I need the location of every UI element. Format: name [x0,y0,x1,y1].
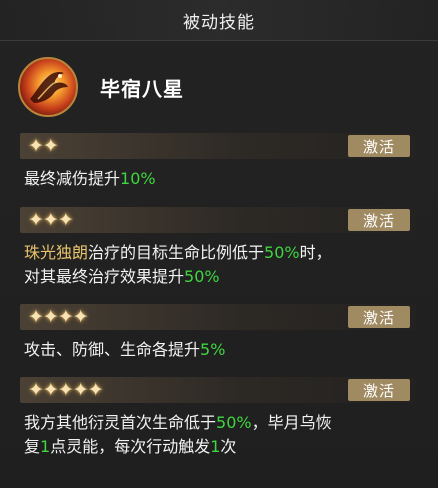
value-highlight: 50% [184,267,220,286]
star-icon: ✦ [72,378,89,401]
star-icon: ✦ [57,305,74,328]
activated-badge: 激活 [348,306,410,328]
description-text: 时， [299,243,332,262]
panel-title: 被动技能 [0,0,438,41]
tier-description: 最终减伤提升10% [20,167,416,191]
description-text: 复 [24,437,41,456]
keyword-highlight: 珠光独朗 [24,243,89,262]
star-tier-bar: ✦ ✦ 激活 [20,133,416,159]
star-tier-bar: ✦ ✦ ✦ 激活 [20,207,416,233]
description-text: 最终减伤提升 [24,169,121,188]
activated-badge: 激活 [348,135,410,157]
star-icon: ✦ [28,134,44,157]
value-highlight: 5% [200,340,226,359]
star-icon: ✦ [42,378,59,401]
star-rating: ✦ ✦ ✦ [28,208,74,231]
activated-badge: 激活 [348,209,410,231]
value-highlight: 10% [120,169,156,188]
star-tier-2: ✦ ✦ ✦ 激活 珠光独朗治疗的目标生命比例低于50%时， 对其最终治疗效果提升50% [20,207,416,289]
star-rating: ✦ ✦ ✦ ✦ ✦ [28,378,104,401]
star-tier-4: ✦ ✦ ✦ ✦ ✦ 激活 我方其他衍灵首次生命低于50%，毕月乌恢 复1点灵能，每次行动触发1… [20,377,416,459]
star-rating: ✦ ✦ [28,134,59,157]
value-highlight: 50% [216,413,252,432]
star-tier-1: ✦ ✦ 激活最终减伤提升10% [20,133,416,191]
star-icon: ✦ [57,378,74,401]
star-icon: ✦ [28,208,44,231]
star-rating: ✦ ✦ ✦ ✦ [28,305,89,328]
skill-name: 毕宿八星 [100,76,184,101]
star-icon: ✦ [28,378,44,401]
star-icon: ✦ [42,305,59,328]
description-text: ，毕月乌恢 [251,413,332,432]
star-icon: ✦ [87,378,104,401]
star-icon: ✦ [42,208,59,231]
star-icon: ✦ [42,134,59,157]
star-tier-3: ✦ ✦ ✦ ✦ 激活 攻击、防御、生命各提升5% [20,304,416,362]
tier-description: 复1点灵能，每次行动触发1次 [20,435,416,459]
star-icon: ✦ [57,208,74,231]
description-text: 攻击、防御、生命各提升 [24,340,201,359]
activated-badge: 激活 [348,379,410,401]
value-highlight: 1 [40,437,51,456]
tier-description: 我方其他衍灵首次生命低于50%，毕月乌恢 [20,411,416,435]
description-text: 对其最终治疗效果提升 [24,267,185,286]
description-text: 次 [220,437,237,456]
skill-header: 毕宿八星 [18,54,184,120]
phoenix-fire-icon [18,57,78,117]
star-tier-bar: ✦ ✦ ✦ ✦ ✦ 激活 [20,377,416,403]
value-highlight: 1 [210,437,221,456]
tier-description: 珠光独朗治疗的目标生命比例低于50%时， [20,241,416,265]
value-highlight: 50% [264,243,300,262]
description-text: 点灵能，每次行动触发 [50,437,211,456]
passive-skill-panel: 被动技能 毕宿八星 ✦ ✦ 激活 最终减伤提升10% ✦ ✦ ✦ 激活 珠光独朗治疗的目标生命比… [0,0,438,488]
star-icon: ✦ [28,305,44,328]
tier-description: 对其最终治疗效果提升50% [20,265,416,289]
star-tier-bar: ✦ ✦ ✦ ✦ 激活 [20,304,416,330]
description-text: 治疗的目标生命比例低于 [88,243,265,262]
star-icon: ✦ [72,305,89,328]
tier-description: 攻击、防御、生命各提升5% [20,338,416,362]
description-text: 我方其他衍灵首次生命低于 [24,413,217,432]
